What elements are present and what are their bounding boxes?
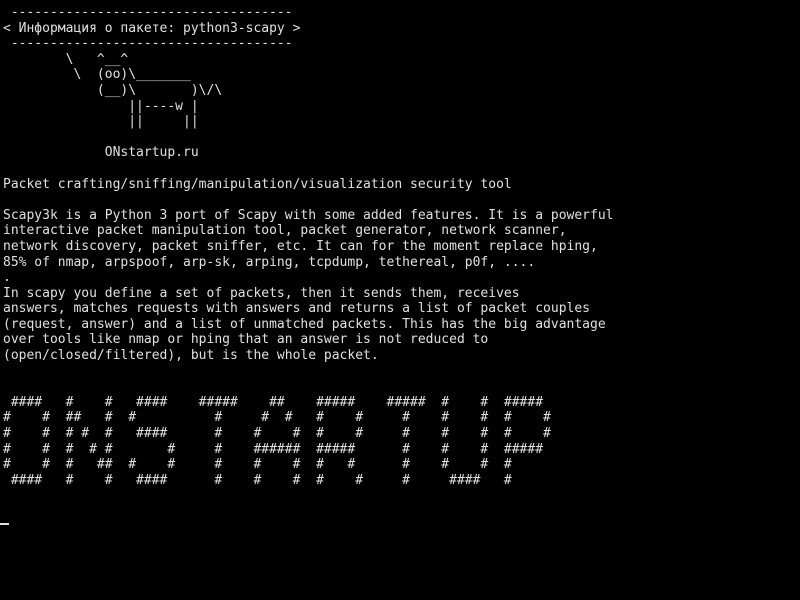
- description-line: network discovery, packet sniffer, etc. …: [3, 238, 598, 254]
- cow-art-line: \ (oo)\_______: [3, 67, 191, 83]
- description-line: In scapy you define a set of packets, th…: [3, 285, 520, 301]
- description-line: (open/closed/filtered), but is the whole…: [3, 348, 379, 364]
- description-line: .: [3, 270, 11, 286]
- cowsay-title: < Информация о пакете: python3-scapy >: [3, 20, 301, 36]
- banner-art-line: #### # # #### # # # # # # #### #: [3, 472, 512, 488]
- prompt-line[interactable]: [3, 488, 800, 504]
- banner-art-line: # # # # # # # ###### ##### # # # #####: [3, 441, 544, 457]
- banner-art-line: # # # # # #### # # # # # # # # # #: [3, 426, 551, 442]
- package-summary: Packet crafting/sniffing/manipulation/vi…: [3, 176, 512, 192]
- description-line: 85% of nmap, arpspoof, arp-sk, arping, t…: [3, 254, 536, 270]
- description-line: answers, matches requests with answers a…: [3, 301, 590, 317]
- cowsay-top-border: ------------------------------------: [3, 5, 293, 20]
- cow-art-line: \ ^__^: [3, 51, 129, 67]
- site-label: ONstartup.ru: [3, 145, 199, 161]
- description-line: Scapy3k is a Python 3 port of Scapy with…: [3, 207, 614, 223]
- banner-art-line: #### # # #### ##### ## ##### ##### # # #…: [3, 394, 544, 410]
- description-line: interactive packet manipulation tool, pa…: [3, 223, 567, 239]
- cow-art-line: || ||: [3, 114, 199, 130]
- cow-art-line: ||----w |: [3, 98, 199, 114]
- terminal-screen[interactable]: ------------------------------------ < И…: [0, 0, 800, 600]
- banner-art-line: # # # ## # # # # # # # # # # #: [3, 457, 512, 473]
- cow-art-line: (__)\ )\/\: [3, 82, 223, 98]
- text-cursor: [0, 523, 9, 525]
- cowsay-bottom-border: ------------------------------------: [3, 36, 293, 52]
- description-line: (request, answer) and a list of unmatche…: [3, 316, 606, 332]
- description-line: over tools like nmap or hping that an an…: [3, 332, 489, 348]
- banner-art-line: # # ## # # # # # # # # # # # #: [3, 410, 551, 426]
